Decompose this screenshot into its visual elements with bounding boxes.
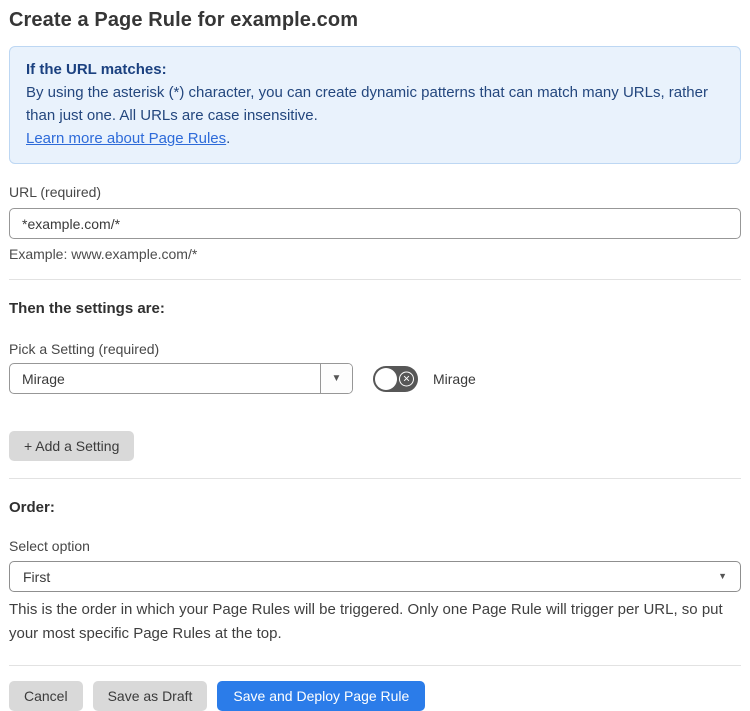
url-example-text: Example: www.example.com/*	[9, 246, 198, 262]
toggle-label: Mirage	[433, 370, 476, 387]
toggle-knob	[375, 367, 397, 390]
page-title: Create a Page Rule for example.com	[9, 9, 359, 31]
divider	[9, 665, 741, 666]
pick-setting-label: Pick a Setting (required)	[9, 341, 160, 357]
setting-select-arrow-button[interactable]: ▼	[320, 364, 352, 393]
url-label: URL (required)	[9, 184, 102, 200]
link-period: .	[226, 130, 231, 147]
learn-more-link[interactable]: Learn more about Page Rules	[26, 130, 226, 147]
settings-section-heading: Then the settings are:	[9, 300, 165, 317]
select-option-label: Select option	[9, 538, 90, 554]
add-setting-button[interactable]: + Add a Setting	[9, 431, 135, 461]
mirage-toggle-group: × Mirage	[373, 365, 476, 392]
setting-select[interactable]: Mirage ▼	[9, 363, 353, 394]
cancel-button[interactable]: Cancel	[9, 681, 83, 711]
footer-actions: Cancel Save as Draft Save and Deploy Pag…	[9, 681, 741, 711]
create-page-rule-form: Create a Page Rule for example.com If th…	[0, 0, 750, 711]
order-section-heading: Order:	[9, 499, 55, 516]
save-as-draft-button[interactable]: Save as Draft	[92, 681, 208, 711]
x-circle-icon: ×	[399, 371, 414, 386]
setting-row: Mirage ▼ × Mirage	[9, 363, 741, 394]
info-box-heading: If the URL matches:	[26, 61, 167, 78]
divider	[9, 478, 741, 479]
divider	[9, 279, 741, 280]
mirage-toggle[interactable]: ×	[373, 365, 418, 392]
caret-down-icon: ▼	[331, 372, 342, 384]
order-help-text: This is the order in which your Page Rul…	[9, 601, 723, 642]
url-match-info-box: If the URL matches: By using the asteris…	[9, 46, 741, 164]
info-box-body: By using the asterisk (*) character, you…	[26, 84, 708, 124]
order-select-value: First	[23, 568, 51, 585]
save-and-deploy-button[interactable]: Save and Deploy Page Rule	[217, 681, 426, 711]
url-input[interactable]	[9, 208, 741, 239]
caret-down-icon: ▼	[718, 571, 727, 581]
info-box-link-line: Learn more about Page Rules.	[26, 127, 724, 150]
order-select[interactable]: First ▼	[9, 561, 741, 592]
setting-select-value: Mirage	[22, 370, 65, 387]
